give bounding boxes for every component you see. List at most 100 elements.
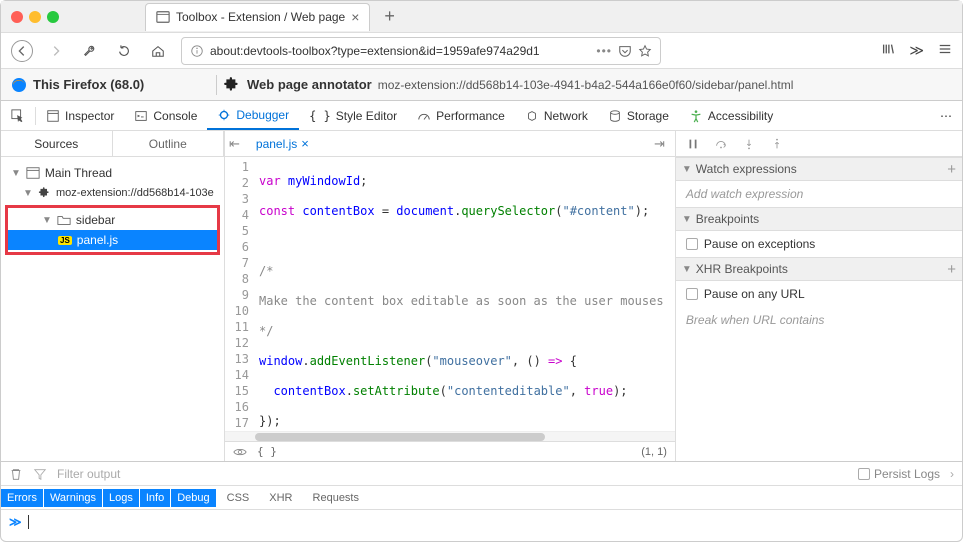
pause-exceptions-toggle[interactable]: Pause on exceptions xyxy=(676,231,962,257)
tab-style-editor[interactable]: { } Style Editor xyxy=(299,101,407,130)
tab-storage[interactable]: Storage xyxy=(598,101,679,130)
line-gutter: 123456789101112131415161718 xyxy=(225,157,255,431)
code-panel: ⇤ panel.js × ⇥ 1234567891011121314151617… xyxy=(225,131,676,461)
tab-debugger[interactable]: Debugger xyxy=(207,101,299,130)
step-out-icon[interactable] xyxy=(770,137,784,151)
filter-icon xyxy=(33,467,47,481)
watch-header[interactable]: ▼ Watch expressions + xyxy=(676,157,962,181)
filter-logs[interactable]: Logs xyxy=(103,489,140,507)
code-content: var myWindowId; const contentBox = docum… xyxy=(255,157,675,431)
extension-icon xyxy=(223,76,241,94)
pause-any-url-toggle[interactable]: Pause on any URL xyxy=(676,281,962,307)
home-button[interactable] xyxy=(147,40,169,62)
url-text: about:devtools-toolbox?type=extension&id… xyxy=(210,44,540,58)
url-bar[interactable]: about:devtools-toolbox?type=extension&id… xyxy=(181,37,661,65)
minimize-window-button[interactable] xyxy=(29,11,41,23)
overflow-icon[interactable]: ≫ xyxy=(909,42,924,59)
pane-left-icon[interactable]: ⇤ xyxy=(229,136,240,152)
close-tab-icon[interactable]: × xyxy=(351,9,359,25)
browser-tab[interactable]: Toolbox - Extension / Web page × xyxy=(145,3,370,31)
sources-tab[interactable]: Sources xyxy=(1,131,113,156)
xhr-header[interactable]: ▼ XHR Breakpoints + xyxy=(676,257,962,281)
pane-right-icon[interactable]: ⇥ xyxy=(654,136,671,152)
storage-icon xyxy=(608,109,622,123)
xhr-url-input[interactable]: Break when URL contains xyxy=(676,307,962,333)
tab-performance[interactable]: Performance xyxy=(407,101,515,130)
chevron-down-icon: ▼ xyxy=(682,214,692,225)
inspector-icon xyxy=(46,109,60,123)
checkbox-icon[interactable] xyxy=(858,468,870,480)
horizontal-scrollbar[interactable] xyxy=(225,431,675,441)
editor-tab[interactable]: panel.js × xyxy=(248,136,317,151)
chevron-right-icon[interactable]: › xyxy=(950,467,954,481)
gauge-icon xyxy=(417,109,431,123)
chevron-down-icon: ▼ xyxy=(11,168,21,179)
firefox-icon xyxy=(11,77,27,93)
extension-url: moz-extension://dd568b14-103e-4941-b4a2-… xyxy=(378,78,794,92)
filter-debug[interactable]: Debug xyxy=(171,489,216,507)
chevron-down-icon: ▼ xyxy=(42,215,52,226)
forward-button[interactable] xyxy=(45,40,67,62)
window-titlebar: Toolbox - Extension / Web page × + xyxy=(1,1,962,33)
outline-tab[interactable]: Outline xyxy=(113,131,225,156)
watch-input[interactable]: Add watch expression xyxy=(676,181,962,207)
devtools-toolbar: Inspector Console Debugger { } Style Edi… xyxy=(1,101,962,131)
folder-row[interactable]: ▼ sidebar xyxy=(8,210,217,230)
chevron-down-icon: ▼ xyxy=(682,164,692,175)
url-more-icon[interactable]: ••• xyxy=(596,44,612,58)
filter-input[interactable]: Filter output xyxy=(57,467,120,481)
braces-icon: { } xyxy=(309,109,331,123)
pocket-icon[interactable] xyxy=(618,44,632,58)
file-row-selected[interactable]: JS panel.js xyxy=(8,230,217,250)
origin-row[interactable]: ▼ moz-extension://dd568b14-103e… xyxy=(1,183,224,203)
js-badge-icon: JS xyxy=(58,236,72,245)
filter-errors[interactable]: Errors xyxy=(1,489,44,507)
checkbox-icon[interactable] xyxy=(686,238,698,250)
console-input[interactable]: ≫ xyxy=(1,509,962,533)
tab-title: Toolbox - Extension / Web page xyxy=(176,10,345,24)
code-editor[interactable]: 123456789101112131415161718 var myWindow… xyxy=(225,157,675,431)
filter-info[interactable]: Info xyxy=(140,489,171,507)
pause-icon[interactable] xyxy=(686,137,700,151)
back-button[interactable] xyxy=(11,40,33,62)
arrow-left-icon xyxy=(15,44,29,58)
new-tab-button[interactable]: + xyxy=(384,6,395,27)
close-tab-icon[interactable]: × xyxy=(301,136,309,151)
browser-navbar: about:devtools-toolbox?type=extension&id… xyxy=(1,33,962,69)
host-label: This Firefox (68.0) xyxy=(33,77,144,92)
filter-warnings[interactable]: Warnings xyxy=(44,489,103,507)
tab-network[interactable]: Network xyxy=(515,101,598,130)
tab-accessibility[interactable]: Accessibility xyxy=(679,101,783,130)
reload-button[interactable] xyxy=(113,40,135,62)
maximize-window-button[interactable] xyxy=(47,11,59,23)
kebab-icon: ⋯ xyxy=(940,109,952,123)
arrow-right-icon xyxy=(49,44,63,58)
filter-css[interactable]: CSS xyxy=(217,492,260,504)
star-icon[interactable] xyxy=(638,44,652,58)
devtools-button[interactable] xyxy=(79,40,101,62)
library-icon[interactable] xyxy=(881,42,895,56)
add-icon[interactable]: + xyxy=(947,261,956,278)
menu-icon[interactable] xyxy=(938,42,952,56)
step-in-icon[interactable] xyxy=(742,137,756,151)
tab-console[interactable]: Console xyxy=(124,101,207,130)
picker-icon xyxy=(11,109,25,123)
close-window-button[interactable] xyxy=(11,11,23,23)
trash-icon[interactable] xyxy=(9,467,23,481)
filter-requests[interactable]: Requests xyxy=(303,492,369,504)
checkbox-icon[interactable] xyxy=(686,288,698,300)
eye-icon[interactable] xyxy=(233,445,247,459)
chevron-down-icon: ▼ xyxy=(23,188,33,199)
debugger-icon xyxy=(217,108,231,122)
breakpoints-header[interactable]: ▼ Breakpoints xyxy=(676,207,962,231)
step-over-icon[interactable] xyxy=(714,137,728,151)
braces-icon[interactable]: { } xyxy=(257,445,277,458)
cursor-position: (1, 1) xyxy=(641,446,667,458)
toolbar-more[interactable]: ⋯ xyxy=(930,101,962,130)
filter-xhr[interactable]: XHR xyxy=(259,492,302,504)
add-icon[interactable]: + xyxy=(947,161,956,178)
pick-element-button[interactable] xyxy=(1,101,35,130)
tab-inspector[interactable]: Inspector xyxy=(36,101,124,130)
folder-icon xyxy=(57,213,71,227)
thread-row[interactable]: ▼ Main Thread xyxy=(1,163,224,183)
